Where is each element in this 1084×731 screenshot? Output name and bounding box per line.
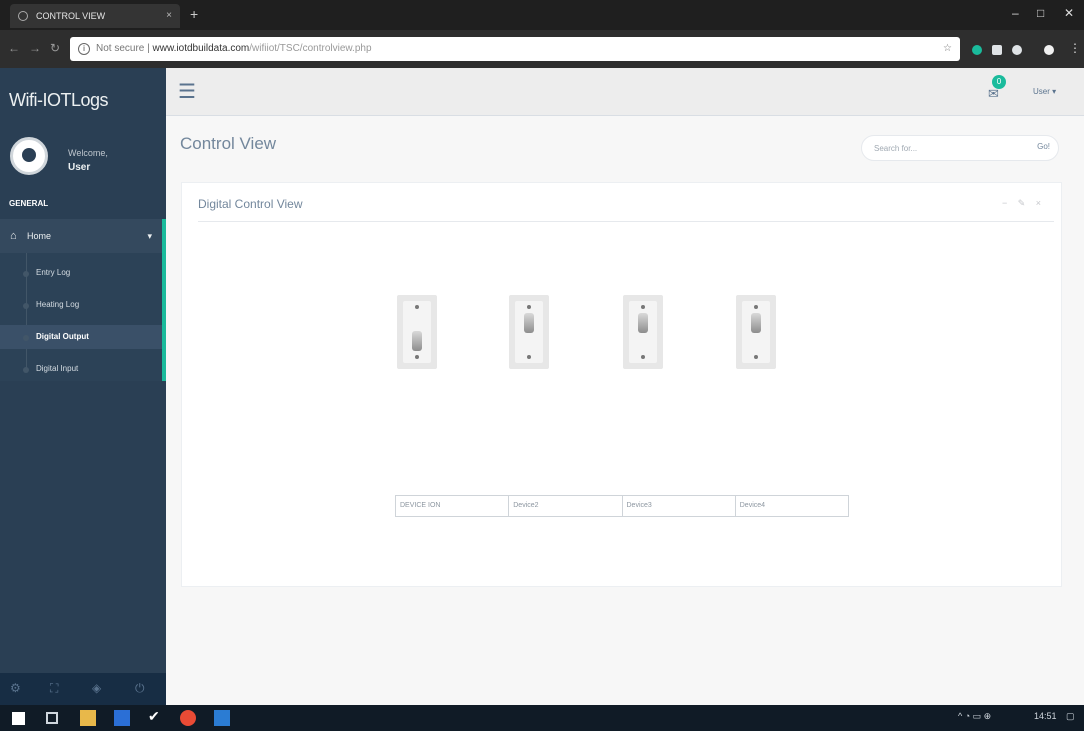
search-box: Go! [861, 135, 1059, 161]
screw-icon [641, 305, 645, 309]
sidebar-footer: ⚙ ⛶ ◈ ⏻ [0, 673, 166, 705]
switch-lever [638, 313, 648, 333]
tab-close-icon[interactable]: × [166, 4, 172, 28]
sidebar-item-label: Digital Output [36, 332, 89, 341]
device-name-1: DEVICE ION [396, 496, 510, 516]
lock-icon[interactable]: ◈ [92, 681, 101, 695]
device-switch-3[interactable] [623, 295, 663, 369]
back-icon[interactable]: ← [8, 41, 20, 55]
device-name-2: Device2 [509, 496, 623, 516]
os-taskbar: ✔ ^ ◔ ▭ ⊕ 14:51 ▢ [0, 705, 1084, 731]
screw-icon [527, 305, 531, 309]
control-panel: Digital Control View − ✎ × DEVICE ION De… [181, 182, 1062, 587]
extension-icon[interactable] [992, 45, 1002, 55]
user-menu[interactable]: User ▾ [1033, 87, 1056, 96]
avatar [10, 137, 48, 175]
welcome-text: Welcome, [68, 148, 108, 158]
screw-icon [415, 305, 419, 309]
settings-icon[interactable]: ⚙ [10, 681, 21, 695]
notification-center-icon[interactable]: ▢ [1066, 711, 1075, 722]
checkmark-app-icon[interactable]: ✔ [148, 708, 164, 724]
tab-title: CONTROL VIEW [36, 11, 106, 21]
address-bar-row: ← → ↻ i Not secure | www.iotdbuildata.co… [0, 30, 1084, 68]
forward-icon[interactable]: → [29, 41, 41, 55]
search-go-button[interactable]: Go! [1037, 142, 1050, 151]
info-icon[interactable]: i [78, 43, 90, 55]
bullet-icon [23, 367, 29, 373]
screw-icon [641, 355, 645, 359]
url-bar[interactable]: i Not secure | www.iotdbuildata.com/wifi… [70, 37, 960, 61]
extension-icon[interactable] [1012, 45, 1022, 55]
sidebar-item-label: Entry Log [36, 268, 71, 277]
device-switch-2[interactable] [509, 295, 549, 369]
tray-icons[interactable]: ^ ◔ ▭ ⊕ [958, 711, 991, 722]
sidebar: Wifi-IOTLogs Welcome, User GENERAL ⌂ Hom… [0, 68, 166, 705]
username: User [68, 162, 91, 173]
sidebar-item-heating-log[interactable]: Heating Log [0, 293, 162, 317]
panel-title: Digital Control View [198, 197, 303, 211]
bookmark-star-icon[interactable]: ☆ [943, 37, 952, 61]
clock[interactable]: 14:51 [1034, 711, 1057, 721]
tab-favicon-icon [18, 11, 28, 21]
sidebar-item-label: Digital Input [36, 364, 79, 373]
chevron-down-icon: ▾ [147, 231, 152, 241]
task-view-icon[interactable] [46, 712, 58, 724]
sidebar-item-home[interactable]: ⌂ Home ▾ [0, 219, 162, 253]
sidebar-item-digital-input[interactable]: Digital Input [0, 357, 162, 381]
chrome-icon[interactable] [180, 710, 196, 726]
top-nav: ☰ ✉ 0 User ▾ [166, 68, 1084, 116]
new-tab-button[interactable]: + [190, 6, 198, 22]
screw-icon [527, 355, 531, 359]
switch-lever [751, 313, 761, 333]
browser-menu-icon[interactable]: ⋮ [1069, 41, 1081, 55]
device-switch-1[interactable] [397, 295, 437, 369]
not-secure-label: Not secure [96, 43, 145, 54]
switch-lever [412, 331, 422, 351]
section-header: GENERAL [9, 199, 49, 208]
fullscreen-icon[interactable]: ⛶ [50, 681, 58, 696]
windows-start-icon[interactable] [12, 712, 25, 725]
device-name-row: DEVICE ION Device2 Device3 Device4 [395, 495, 849, 517]
store-icon[interactable] [114, 710, 130, 726]
maximize-icon[interactable]: □ [1037, 6, 1044, 20]
switch-lever [524, 313, 534, 333]
search-input[interactable] [872, 141, 1012, 156]
panel-divider [198, 221, 1054, 222]
device-name-3: Device3 [623, 496, 736, 516]
app-brand[interactable]: Wifi-IOTLogs [9, 90, 109, 111]
profile-icon[interactable] [1044, 45, 1054, 55]
reload-icon[interactable]: ↻ [50, 41, 60, 55]
panel-tools[interactable]: − ✎ × [1002, 198, 1045, 209]
main-content: Control View Go! Digital Control View − … [166, 116, 1084, 705]
browser-titlebar: CONTROL VIEW × + – □ ✕ [0, 0, 1084, 30]
menu-toggle-icon[interactable]: ☰ [178, 79, 196, 104]
bullet-icon [23, 271, 29, 277]
minimize-icon[interactable]: – [1012, 6, 1019, 20]
page-title: Control View [180, 134, 277, 153]
screw-icon [754, 355, 758, 359]
device-name-4: Device4 [739, 502, 766, 509]
sidebar-item-label: Home [27, 231, 52, 241]
screw-icon [415, 355, 419, 359]
extension-icon[interactable] [972, 45, 982, 55]
bullet-icon [23, 335, 29, 341]
close-window-icon[interactable]: ✕ [1064, 6, 1074, 20]
device-switch-4[interactable] [736, 295, 776, 369]
url-path: /wifiiot/TSC/controlview.php [249, 43, 372, 54]
notification-badge: 0 [992, 75, 1006, 89]
home-submenu: Entry Log Heating Log Digital Output Dig… [0, 253, 162, 381]
browser-tab[interactable]: CONTROL VIEW × [10, 4, 180, 28]
word-icon[interactable] [214, 710, 230, 726]
file-explorer-icon[interactable] [80, 710, 96, 726]
sidebar-item-digital-output[interactable]: Digital Output [0, 325, 162, 349]
home-icon: ⌂ [10, 230, 17, 242]
sidebar-item-label: Heating Log [36, 300, 80, 309]
sidebar-item-entry-log[interactable]: Entry Log [0, 261, 162, 285]
logout-icon[interactable]: ⏻ [135, 681, 145, 696]
bullet-icon [23, 303, 29, 309]
screw-icon [754, 305, 758, 309]
url-domain: www.iotdbuildata.com [152, 43, 250, 54]
